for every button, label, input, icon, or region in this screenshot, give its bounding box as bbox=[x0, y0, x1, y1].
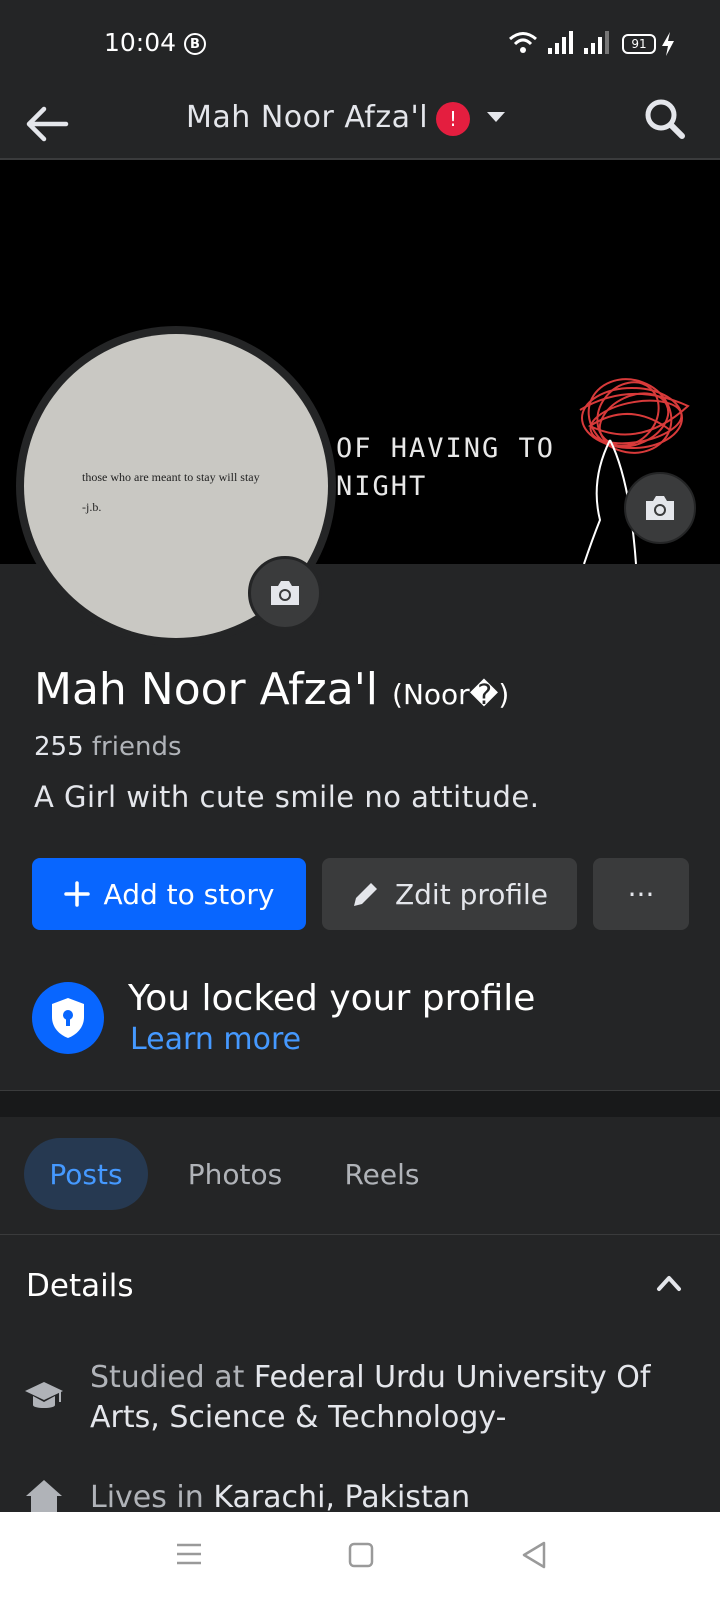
charging-bolt-icon bbox=[662, 32, 674, 56]
back-arrow-icon[interactable] bbox=[24, 104, 70, 144]
avatar-camera-button[interactable] bbox=[248, 556, 322, 630]
add-to-story-label: Add to story bbox=[103, 877, 275, 911]
locked-profile-title: You locked your profile bbox=[128, 978, 536, 1019]
more-icon: ··· bbox=[627, 877, 655, 911]
cover-text-line: OF HAVING TO bbox=[336, 433, 556, 464]
pencil-icon bbox=[351, 879, 381, 909]
add-to-story-button[interactable]: Add to story bbox=[32, 858, 306, 930]
recent-apps-icon[interactable] bbox=[176, 1542, 202, 1566]
signal-icon bbox=[584, 31, 609, 54]
cover-text-line: NIGHT bbox=[336, 471, 428, 502]
plus-icon bbox=[63, 881, 90, 907]
cover-camera-button[interactable] bbox=[624, 472, 696, 544]
graduation-cap-icon bbox=[25, 1382, 63, 1408]
caret-down-icon[interactable] bbox=[486, 110, 506, 124]
home-button-icon[interactable] bbox=[348, 1542, 374, 1568]
lives-in-detail: Lives in Karachi, Pakistan bbox=[90, 1480, 470, 1515]
profile-tabs: Posts Photos Reels bbox=[0, 1116, 720, 1235]
b-badge-icon: B bbox=[184, 33, 206, 55]
signal-icon bbox=[548, 31, 573, 54]
search-icon[interactable] bbox=[640, 94, 690, 144]
edit-profile-label: Zdit profile bbox=[394, 877, 549, 911]
tab-photos[interactable]: Photos bbox=[168, 1138, 302, 1210]
wifi-icon bbox=[509, 32, 537, 53]
back-button-icon[interactable] bbox=[520, 1540, 548, 1570]
avatar-credit-text: -j.b. bbox=[82, 500, 102, 514]
profile-bio: A Girl with cute smile no attitude. bbox=[34, 780, 540, 814]
status-time: 10:04 bbox=[104, 28, 177, 57]
tab-reels[interactable]: Reels bbox=[332, 1138, 432, 1210]
edit-profile-button[interactable]: Zdit profile bbox=[322, 858, 577, 930]
system-nav-bar bbox=[0, 1512, 720, 1600]
profile-nickname: (Noor�) bbox=[392, 678, 510, 711]
education-detail: Studied at Federal Urdu University Of Ar… bbox=[90, 1358, 690, 1438]
more-options-button[interactable]: ··· bbox=[593, 858, 689, 930]
friends-count-line[interactable]: 255 friends bbox=[34, 732, 182, 762]
profile-name: Mah Noor Afza'l (Noor�) bbox=[34, 664, 509, 715]
home-icon bbox=[26, 1480, 62, 1512]
tab-posts[interactable]: Posts bbox=[24, 1138, 148, 1210]
top-header: Mah Noor Afza'l ! bbox=[0, 88, 720, 160]
battery-icon: 91 bbox=[622, 34, 656, 54]
lives-prefix: Lives in bbox=[90, 1480, 214, 1515]
section-divider bbox=[0, 1090, 720, 1117]
education-prefix: Studied at bbox=[90, 1360, 254, 1395]
details-heading: Details bbox=[26, 1268, 134, 1304]
cover-photo-text: OF HAVING TO NIGHT bbox=[336, 430, 555, 506]
notification-badge: ! bbox=[436, 102, 470, 136]
chevron-up-icon[interactable] bbox=[656, 1274, 682, 1292]
lives-city-link[interactable]: Karachi, Pakistan bbox=[213, 1480, 470, 1515]
friends-count: 255 bbox=[34, 732, 84, 762]
learn-more-link[interactable]: Learn more bbox=[130, 1022, 301, 1057]
camera-icon bbox=[271, 581, 299, 605]
friends-label: friends bbox=[83, 732, 182, 762]
profile-name-text: Mah Noor Afza'l bbox=[34, 664, 379, 715]
camera-icon bbox=[646, 496, 674, 520]
header-profile-title[interactable]: Mah Noor Afza'l bbox=[186, 100, 428, 135]
shield-lock-icon bbox=[32, 982, 104, 1054]
avatar-quote-text: those who are meant to stay will stay bbox=[82, 470, 260, 484]
